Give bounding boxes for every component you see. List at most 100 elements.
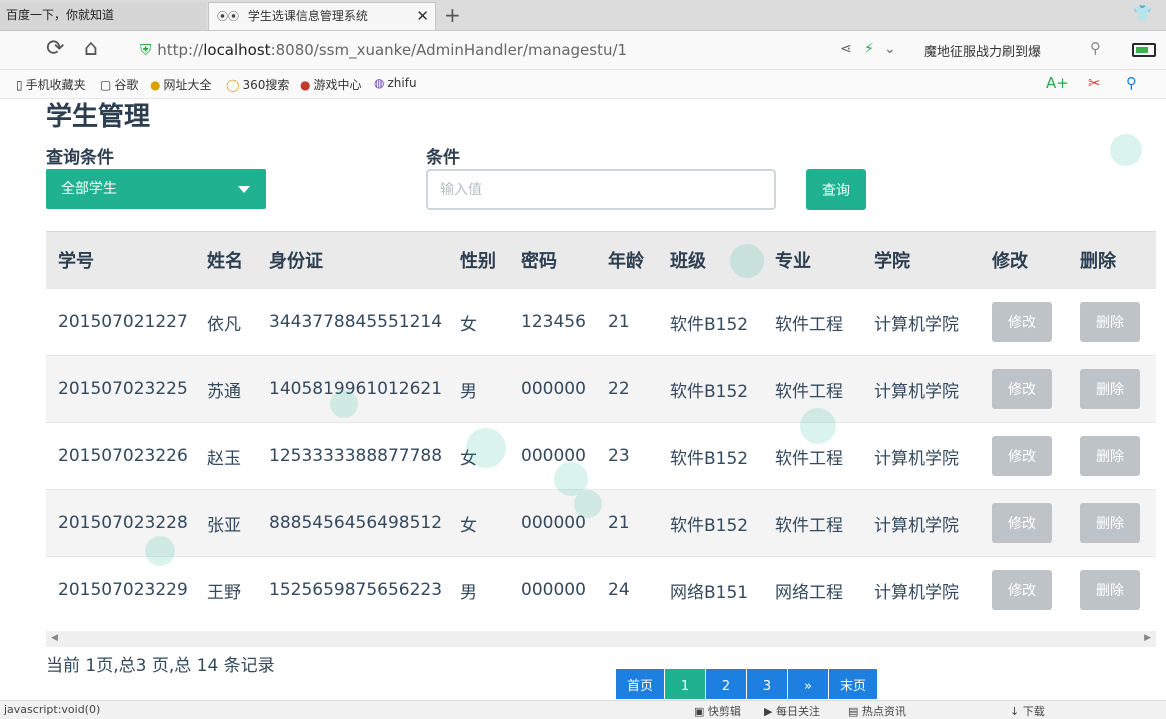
- condition-input[interactable]: [426, 169, 776, 210]
- cell-name: 张亚: [195, 489, 257, 557]
- cell-edit: 修改: [980, 355, 1068, 423]
- play-icon: ▶: [764, 705, 776, 718]
- delete-button[interactable]: 删除: [1080, 570, 1140, 610]
- status-quick-clip[interactable]: ▣ 快剪辑: [694, 703, 741, 719]
- tab-student-system-label: 学生选课信息管理系统: [247, 9, 368, 23]
- cell-edit: 修改: [980, 423, 1068, 490]
- edit-button[interactable]: 修改: [992, 302, 1052, 342]
- cell-major: 软件工程: [775, 448, 843, 469]
- cell-major: 软件工程: [763, 355, 862, 423]
- delete-button[interactable]: 删除: [1080, 369, 1140, 409]
- status-hot-news[interactable]: ▤ 热点资讯: [848, 703, 906, 719]
- edit-button[interactable]: 修改: [992, 570, 1052, 610]
- magnifier-icon[interactable]: ⚲: [1126, 74, 1137, 92]
- url-field[interactable]: ⛨ http://localhost:8080/ssm_xuanke/AdminH…: [140, 37, 830, 63]
- status-daily-focus[interactable]: ▶ 每日关注: [764, 703, 820, 719]
- bookmark-site-directory[interactable]: ● 网址大全: [150, 76, 212, 93]
- bookmark-label: zhifu: [387, 76, 417, 90]
- url-host: localhost: [203, 41, 271, 59]
- cell-college: 计算机学院: [874, 314, 959, 335]
- cell-delete: 删除: [1068, 423, 1156, 490]
- cell-password: 123456: [521, 312, 586, 332]
- skin-icon[interactable]: 👕: [1133, 4, 1152, 22]
- cell-gender: 女: [460, 314, 477, 335]
- cell-delete: 删除: [1068, 557, 1156, 624]
- status-item-label: 热点资讯: [861, 705, 906, 718]
- speed-mode-icon[interactable]: ⚡: [864, 41, 874, 57]
- search-box[interactable]: 魔地征服战力刷到爆: [924, 41, 1041, 60]
- cell-delete: 删除: [1068, 355, 1156, 423]
- cell-id-card: 1525659875656223: [269, 580, 443, 600]
- header-password: 密码: [509, 231, 596, 289]
- directory-icon: ●: [150, 78, 161, 92]
- query-condition-label: 查询条件: [46, 148, 114, 168]
- cell-college: 计算机学院: [862, 355, 980, 423]
- news-icon: ▤: [848, 705, 862, 718]
- bookmark-360-search[interactable]: ◯ 360搜索: [226, 76, 289, 93]
- cell-delete: 删除: [1068, 489, 1156, 557]
- close-tab-icon[interactable]: ✕: [416, 3, 429, 29]
- pagination-page-3[interactable]: 3: [747, 669, 787, 699]
- scroll-right-icon[interactable]: ▶: [1144, 633, 1151, 643]
- pagination-first[interactable]: 首页: [616, 669, 664, 699]
- records-summary: 当前 1页,总3 页,总 14 条记录: [46, 656, 275, 676]
- cell-major: 软件工程: [775, 314, 843, 335]
- cell-age: 21: [596, 489, 658, 557]
- pagination-page-1[interactable]: 1: [665, 669, 705, 699]
- browser-tab-strip: 百度一下，你就知道 ⦿⦿ 学生选课信息管理系统 ✕ + 👕: [0, 0, 1166, 31]
- scissors-icon[interactable]: ✂: [1088, 74, 1101, 92]
- bookmark-label: 网址大全: [163, 78, 212, 92]
- clip-icon: ▣: [694, 705, 708, 718]
- share-icon[interactable]: ⋖: [840, 41, 852, 57]
- query-condition-select[interactable]: 全部学生: [46, 169, 266, 209]
- edit-button[interactable]: 修改: [992, 503, 1052, 543]
- header-gender: 性别: [448, 231, 509, 289]
- cell-password: 000000: [521, 580, 586, 600]
- cell-gender: 男: [448, 355, 509, 423]
- translate-icon[interactable]: A+: [1046, 74, 1069, 92]
- cell-gender: 男: [460, 582, 477, 603]
- chevron-down-icon[interactable]: ⌄: [884, 41, 896, 57]
- cell-class: 软件B152: [670, 448, 749, 469]
- home-icon[interactable]: ⌂: [84, 36, 98, 62]
- pagination-last[interactable]: 末页: [829, 669, 877, 699]
- scroll-left-icon[interactable]: ◀: [51, 633, 58, 643]
- status-item-label: 每日关注: [775, 705, 820, 718]
- status-download[interactable]: ↓ 下载: [1010, 703, 1045, 719]
- bookmark-zhifu[interactable]: ◍ zhifu: [374, 76, 417, 90]
- bookmark-mobile-favorites[interactable]: ▯ 手机收藏夹: [16, 76, 86, 93]
- pagination-next[interactable]: »: [788, 669, 828, 699]
- header-edit: 修改: [980, 231, 1068, 289]
- cell-college: 计算机学院: [862, 489, 980, 557]
- download-icon: ↓: [1010, 705, 1023, 718]
- status-link-text: javascript:void(0): [4, 703, 101, 716]
- cell-student-id: 201507023225: [46, 355, 195, 423]
- header-id-card: 身份证: [257, 231, 448, 289]
- condition-label: 条件: [426, 148, 460, 168]
- cell-gender: 女: [460, 448, 477, 469]
- tab-baidu[interactable]: 百度一下，你就知道: [0, 2, 206, 30]
- query-button[interactable]: 查询: [806, 169, 866, 210]
- delete-button[interactable]: 删除: [1080, 503, 1140, 543]
- cell-class: 软件B152: [658, 489, 763, 557]
- edit-button[interactable]: 修改: [992, 369, 1052, 409]
- edit-button[interactable]: 修改: [992, 436, 1052, 476]
- delete-button[interactable]: 删除: [1080, 302, 1140, 342]
- bookmark-label: 谷歌: [114, 78, 139, 92]
- game-icon: ●: [300, 78, 311, 92]
- browser-status-bar: javascript:void(0) ▣ 快剪辑 ▶ 每日关注 ▤ 热点资讯 ↓…: [0, 700, 1166, 719]
- cell-college: 计算机学院: [874, 448, 959, 469]
- pagination-page-2[interactable]: 2: [706, 669, 746, 699]
- header-delete: 删除: [1068, 231, 1156, 289]
- cell-age: 23: [608, 446, 630, 466]
- table-horizontal-scrollbar[interactable]: ◀ ▶: [46, 631, 1156, 647]
- cell-password: 000000: [521, 446, 586, 466]
- cell-gender: 女: [448, 489, 509, 557]
- bookmark-google[interactable]: ▢ 谷歌: [100, 76, 138, 93]
- refresh-icon[interactable]: ⟳: [46, 36, 64, 62]
- new-tab-button[interactable]: +: [444, 2, 461, 28]
- bookmark-game-center[interactable]: ● 游戏中心: [300, 76, 362, 93]
- tab-student-system[interactable]: ⦿⦿ 学生选课信息管理系统 ✕: [208, 2, 436, 30]
- search-icon[interactable]: ⚲: [1090, 39, 1101, 57]
- delete-button[interactable]: 删除: [1080, 436, 1140, 476]
